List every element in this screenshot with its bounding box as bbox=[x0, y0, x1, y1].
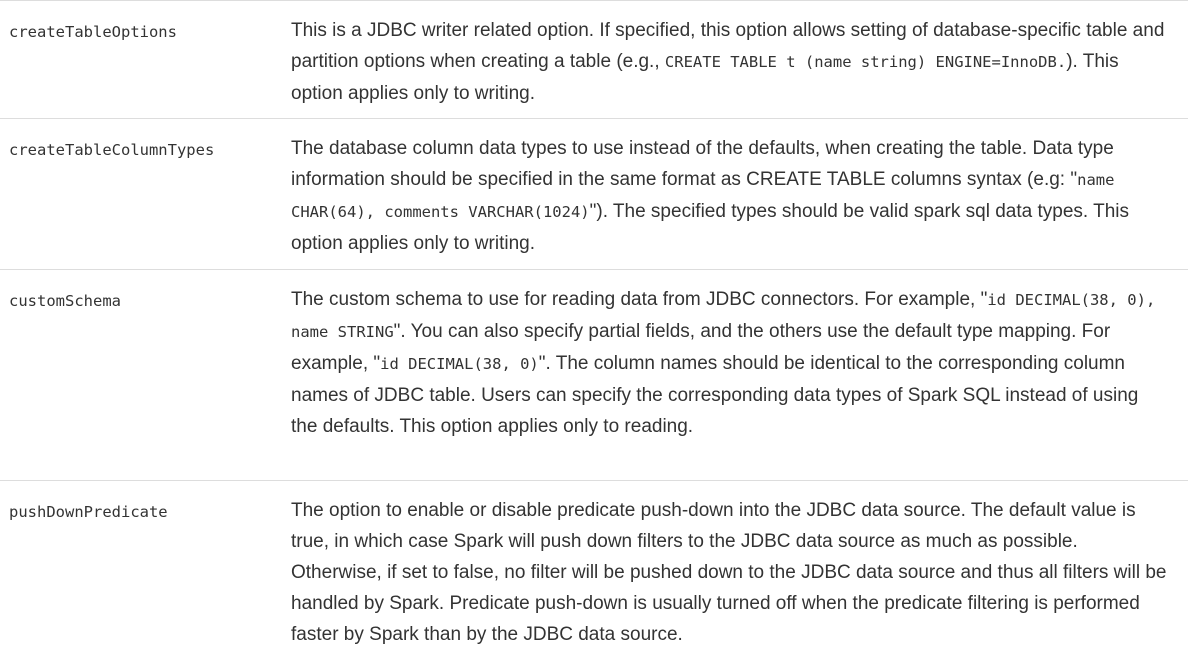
inline-code: CREATE TABLE t (name string) ENGINE=Inno… bbox=[664, 53, 1067, 71]
options-table: createTableOptions This is a JDBC writer… bbox=[0, 0, 1188, 662]
option-name-cell: pushDownPredicate bbox=[0, 481, 283, 662]
option-description: This is a JDBC writer related option. If… bbox=[283, 1, 1188, 118]
description-text: The database column data types to use in… bbox=[291, 138, 1114, 190]
option-name: pushDownPredicate bbox=[9, 503, 168, 521]
description-text: The custom schema to use for reading dat… bbox=[291, 289, 988, 310]
table-row: createTableColumnTypes The database colu… bbox=[0, 119, 1188, 270]
option-name: createTableOptions bbox=[9, 23, 177, 41]
option-name-cell: createTableOptions bbox=[0, 1, 283, 118]
option-description: The database column data types to use in… bbox=[283, 119, 1188, 269]
table-row: pushDownPredicate The option to enable o… bbox=[0, 481, 1188, 662]
option-description: The option to enable or disable predicat… bbox=[283, 481, 1188, 662]
table-row: createTableOptions This is a JDBC writer… bbox=[0, 1, 1188, 119]
option-name: customSchema bbox=[9, 292, 121, 310]
option-name-cell: createTableColumnTypes bbox=[0, 119, 283, 269]
option-name: createTableColumnTypes bbox=[9, 141, 215, 159]
inline-code: id DECIMAL(38, 0) bbox=[380, 355, 539, 373]
option-description: The custom schema to use for reading dat… bbox=[283, 270, 1188, 480]
option-name-cell: customSchema bbox=[0, 270, 283, 480]
table-row: customSchema The custom schema to use fo… bbox=[0, 270, 1188, 481]
description-text: The option to enable or disable predicat… bbox=[291, 500, 1167, 645]
